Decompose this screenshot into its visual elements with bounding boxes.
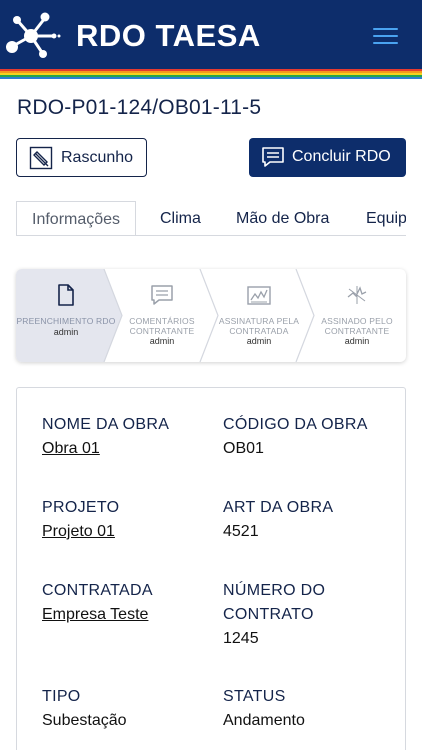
field-contratada: CONTRATADA Empresa Teste [42,579,153,627]
step-title: ASSINADO PELO CONTRATANTE [321,316,393,336]
field-status: STATUS Andamento [223,685,305,733]
field-label: ART DA OBRA [223,499,334,516]
field-label: PROJETO [42,499,120,516]
step-title: PREENCHIMENTO RDO [16,316,116,326]
brand-color-stripes [0,69,422,79]
contratada-link[interactable]: Empresa Teste [42,603,153,627]
step-title: COMENTÁRIOS CONTRATANTE [129,316,195,336]
field-value: Subestação [42,712,127,729]
section-tabs: Informações Clima Mão de Obra Equipament… [16,201,406,236]
field-codigo-obra: CÓDIGO DA OBRA OB01 [223,413,368,461]
step-user: admin [344,336,370,346]
step-comentarios-contratante: COMENTÁRIOS CONTRATANTE admin [124,269,200,362]
obra-name-link[interactable]: Obra 01 [42,437,169,461]
step-user: admin [53,327,79,337]
step-assinatura-contratada: ASSINATURA PELA CONTRATADA admin [216,269,302,362]
app-brand-title: RDO TAESA [76,18,261,53]
step-assinado-contratante: ASSINADO PELO CONTRATANTE admin [312,269,402,362]
tab-mao-de-obra[interactable]: Mão de Obra [236,201,329,235]
draft-button[interactable]: Rascunho [16,138,147,177]
edit-document-icon [29,146,53,170]
field-label: CÓDIGO DA OBRA [223,416,368,433]
rdo-code-title: RDO-P01-124/OB01-11-5 [17,96,262,119]
field-projeto: PROJETO Projeto 01 [42,496,119,544]
field-tipo: TIPO Subestação [42,685,127,733]
field-value: 1245 [223,630,259,647]
app-header: RDO TAESA [0,0,422,69]
signature-icon [247,286,271,305]
field-label: CONTRATADA [42,582,153,599]
field-label: NÚMERO DO [223,582,326,599]
hamburger-menu-icon[interactable] [366,22,406,50]
workflow-stepper: PREENCHIMENTO RDO admin COMENTÁRIOS CONT… [16,269,406,362]
field-label: TIPO [42,688,81,705]
step-user: admin [149,336,175,346]
field-value: OB01 [223,440,264,457]
step-preenchimento-rdo: PREENCHIMENTO RDO admin [16,269,116,362]
tab-clima[interactable]: Clima [160,201,201,235]
field-label: NOME DA OBRA [42,416,170,433]
field-label: STATUS [223,688,286,705]
comment-icon [151,285,173,305]
field-value: Andamento [223,712,305,729]
field-art-obra: ART DA OBRA 4521 [223,496,333,544]
tab-equipamentos[interactable]: Equipamentos [366,201,406,235]
step-user: admin [246,336,272,346]
comment-icon [262,147,284,167]
document-icon [58,284,74,306]
step-title: ASSINATURA PELA CONTRATADA [218,316,300,336]
conclude-rdo-button[interactable]: Concluir RDO [249,138,406,177]
field-label: CONTRATO [223,606,314,623]
projeto-link[interactable]: Projeto 01 [42,520,119,544]
conclude-rdo-label: Concluir RDO [292,148,391,165]
draft-button-label: Rascunho [61,149,134,166]
molecule-logo-icon [6,12,61,58]
obra-info-card: NOME DA OBRA Obra 01 CÓDIGO DA OBRA OB01… [16,387,406,750]
signed-icon [347,286,367,304]
field-nome-obra: NOME DA OBRA Obra 01 [42,413,169,461]
field-numero-contrato: NÚMERO DO CONTRATO 1245 [223,579,325,651]
tab-informacoes[interactable]: Informações [16,201,137,235]
field-value: 4521 [223,523,259,540]
